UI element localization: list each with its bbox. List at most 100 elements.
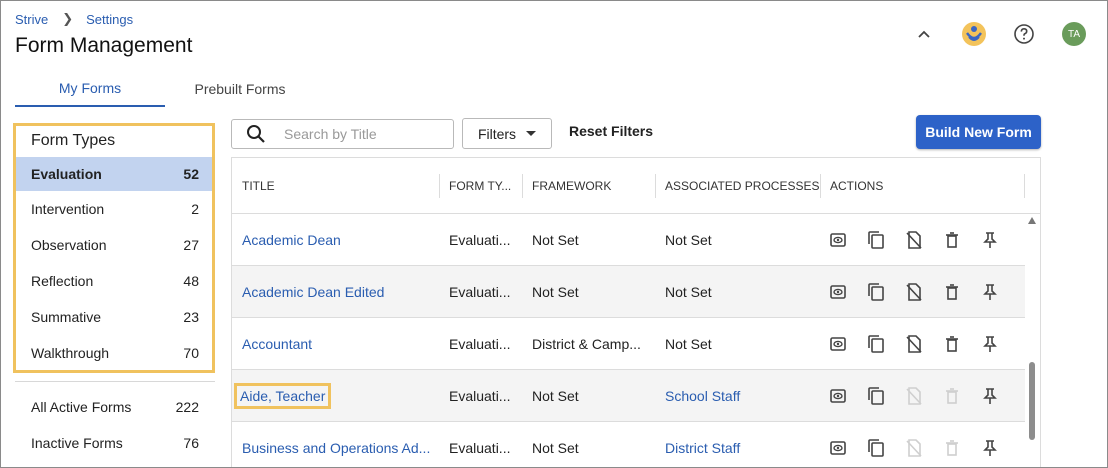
filter-item-all-active[interactable]: All Active Forms 222 <box>15 389 215 425</box>
processes-cell[interactable]: School Staff <box>665 388 740 404</box>
table-body: Academic Dean Evaluati... Not Set Not Set Ac… <box>232 214 1040 467</box>
form-title-link[interactable]: Accountant <box>242 336 312 352</box>
table-row[interactable]: Academic Dean Edited Evaluati... Not Set No… <box>232 266 1025 318</box>
trash-icon <box>942 386 962 406</box>
column-header-framework[interactable]: FRAMEWORK <box>522 158 611 214</box>
filter-count: 222 <box>175 399 199 415</box>
filters-button[interactable]: Filters <box>462 118 552 149</box>
form-type-cell: Evaluati... <box>449 440 511 456</box>
processes-cell: Not Set <box>665 232 712 248</box>
column-header-divider <box>1024 158 1034 214</box>
sidebar-divider <box>15 381 215 382</box>
form-type-count: 27 <box>183 237 199 253</box>
form-type-count: 23 <box>183 309 199 325</box>
column-header-actions: ACTIONS <box>820 158 883 214</box>
caret-down-icon <box>526 131 537 136</box>
table-scrollbar[interactable] <box>1026 214 1039 467</box>
copy-icon[interactable] <box>866 230 886 250</box>
filter-item-inactive[interactable]: Inactive Forms 76 <box>15 425 215 461</box>
tab-my-forms[interactable]: My Forms <box>15 71 165 107</box>
form-type-item-walkthrough[interactable]: Walkthrough 70 <box>16 335 212 371</box>
form-title-link[interactable]: Academic Dean Edited <box>242 284 384 300</box>
view-icon[interactable] <box>828 386 848 406</box>
scroll-thumb[interactable] <box>1029 362 1035 440</box>
copy-icon[interactable] <box>866 282 886 302</box>
tab-prebuilt-forms[interactable]: Prebuilt Forms <box>165 71 315 107</box>
header-actions: TA <box>887 21 1087 47</box>
form-type-item-reflection[interactable]: Reflection 48 <box>16 263 212 299</box>
form-type-count: 70 <box>183 345 199 361</box>
table-row[interactable]: Academic Dean Evaluati... Not Set Not Set <box>232 214 1025 266</box>
form-type-item-summative[interactable]: Summative 23 <box>16 299 212 335</box>
unpublish-icon[interactable] <box>904 334 924 354</box>
chevron-up-icon[interactable] <box>911 21 937 47</box>
row-actions <box>828 214 1018 266</box>
app-frame: Strive ❯ Settings Form Management TA My … <box>0 0 1108 468</box>
row-actions <box>828 370 1018 422</box>
copy-icon[interactable] <box>866 386 886 406</box>
column-header-processes[interactable]: ASSOCIATED PROCESSES <box>655 158 819 214</box>
unpublish-icon <box>904 386 924 406</box>
pin-icon[interactable] <box>980 386 1000 406</box>
form-type-label: Intervention <box>31 201 105 217</box>
processes-cell: Not Set <box>665 336 712 352</box>
form-type-label: Observation <box>31 237 107 253</box>
reset-filters-button[interactable]: Reset Filters <box>569 123 653 139</box>
row-actions <box>828 318 1018 370</box>
row-actions <box>828 266 1018 318</box>
unpublish-icon <box>904 438 924 458</box>
form-type-item-intervention[interactable]: Intervention 2 <box>16 191 212 227</box>
framework-cell: Not Set <box>532 284 579 300</box>
tab-bar: My Forms Prebuilt Forms <box>15 71 315 107</box>
build-new-form-button[interactable]: Build New Form <box>916 115 1041 149</box>
view-icon[interactable] <box>828 230 848 250</box>
column-header-form-type[interactable]: FORM TY... <box>439 158 511 214</box>
framework-cell: Not Set <box>532 440 579 456</box>
pin-icon[interactable] <box>980 334 1000 354</box>
breadcrumb: Strive ❯ Settings <box>15 11 133 27</box>
trash-icon[interactable] <box>942 230 962 250</box>
form-title-link[interactable]: Academic Dean <box>242 232 341 248</box>
table-row[interactable]: Aide, Teacher Evaluati... Not Set School St… <box>232 370 1025 422</box>
scroll-up-icon[interactable] <box>1028 217 1036 224</box>
search-input[interactable] <box>284 126 444 142</box>
help-icon[interactable] <box>1011 21 1037 47</box>
app-logo-icon[interactable] <box>961 21 987 47</box>
form-title-link[interactable]: Aide, Teacher <box>233 383 332 409</box>
form-type-label: Walkthrough <box>31 345 110 361</box>
avatar[interactable]: TA <box>1062 22 1086 46</box>
form-type-cell: Evaluati... <box>449 284 511 300</box>
pin-icon[interactable] <box>980 282 1000 302</box>
form-type-item-evaluation[interactable]: Evaluation 52 <box>16 157 212 191</box>
processes-cell[interactable]: District Staff <box>665 440 740 456</box>
form-type-item-observation[interactable]: Observation 27 <box>16 227 212 263</box>
unpublish-icon[interactable] <box>904 230 924 250</box>
filter-label: Inactive Forms <box>31 435 123 451</box>
view-icon[interactable] <box>828 334 848 354</box>
form-type-label: Evaluation <box>31 166 102 182</box>
form-type-cell: Evaluati... <box>449 232 511 248</box>
breadcrumb-current-link[interactable]: Settings <box>86 12 133 27</box>
form-types-heading: Form Types <box>31 132 116 149</box>
form-type-count: 52 <box>183 166 199 182</box>
filter-count: 76 <box>183 435 199 451</box>
user-avatar-wrapper[interactable]: TA <box>1061 21 1087 47</box>
breadcrumb-root-link[interactable]: Strive <box>15 12 48 27</box>
trash-icon[interactable] <box>942 334 962 354</box>
search-icon <box>246 124 266 144</box>
copy-icon[interactable] <box>866 438 886 458</box>
unpublish-icon[interactable] <box>904 282 924 302</box>
form-title-link[interactable]: Business and Operations Ad... <box>242 440 430 456</box>
breadcrumb-separator-icon: ❯ <box>62 11 74 26</box>
table-row[interactable]: Business and Operations Ad... Evaluati...… <box>232 422 1025 467</box>
column-header-title[interactable]: TITLE <box>232 158 275 214</box>
copy-icon[interactable] <box>866 334 886 354</box>
pin-icon[interactable] <box>980 438 1000 458</box>
trash-icon[interactable] <box>942 282 962 302</box>
form-type-label: Reflection <box>31 273 94 289</box>
view-icon[interactable] <box>828 282 848 302</box>
table-row[interactable]: Accountant Evaluati... District & Camp... N… <box>232 318 1025 370</box>
view-icon[interactable] <box>828 438 848 458</box>
form-types-panel: Form Types Evaluation 52 Intervention 2 … <box>13 123 215 373</box>
pin-icon[interactable] <box>980 230 1000 250</box>
